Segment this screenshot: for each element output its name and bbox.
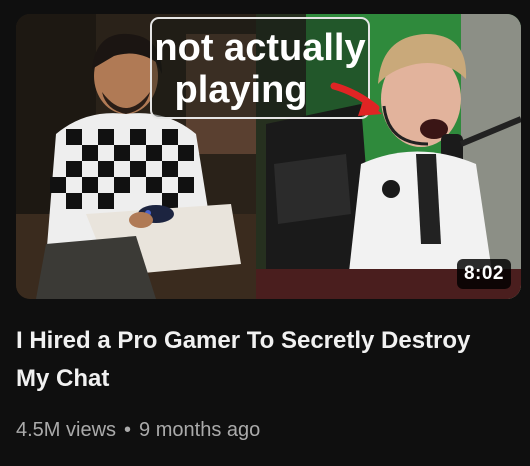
meta-separator: • <box>124 419 132 441</box>
upload-age: 9 months ago <box>139 419 261 441</box>
video-title[interactable]: I Hired a Pro Gamer To Secretly Destroy … <box>16 322 496 398</box>
thumbnail-caption-line1: not actually <box>154 27 365 69</box>
thumbnail-image: not actually playing <box>16 14 521 299</box>
video-metadata: 4.5M views • 9 months ago <box>16 419 260 442</box>
duration-badge: 8:02 <box>456 259 511 289</box>
view-count: 4.5M views <box>16 419 117 441</box>
thumbnail-caption-line2: playing <box>174 69 307 111</box>
video-card[interactable]: not actually playing 8:02 I Hired a Pro … <box>0 0 530 466</box>
video-thumbnail[interactable]: not actually playing 8:02 <box>16 14 521 299</box>
